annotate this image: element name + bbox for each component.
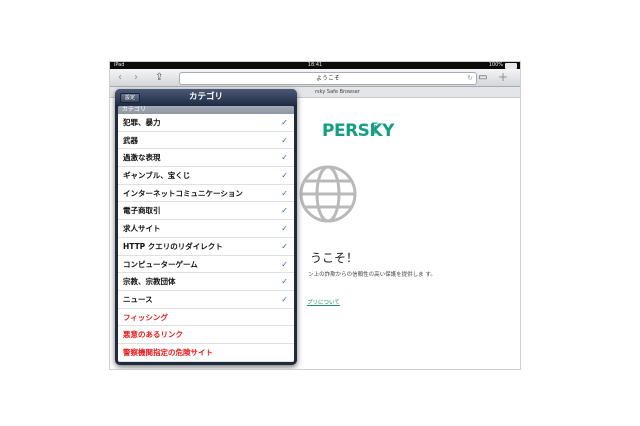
category-label: 宗教、宗教団体 <box>123 277 176 287</box>
category-label: コンピューターゲーム <box>123 259 198 269</box>
category-label: 過激な表現 <box>123 153 161 163</box>
battery-percent: 100% <box>488 62 503 68</box>
category-row[interactable]: 悪意のあるリンク <box>118 326 294 344</box>
category-popover: カテゴリ 設定 カテゴリ 犯罪、暴力 ✓ 武器 ✓ 過激な表現 ✓ ギャンブル、宝くじ ✓ イン… <box>115 89 297 365</box>
category-row[interactable]: 犯罪、暴力 ✓ <box>118 114 294 132</box>
category-label: HTTP クエリのリダイレクト <box>123 241 223 251</box>
category-row[interactable]: 過激な表現 ✓ <box>118 149 294 168</box>
ipad-screen: iPad 18:41 100% ‹ › ⇪ ようこそ ↻ ▭ + rsky Sa… <box>109 61 521 370</box>
checkmark-icon: ✓ <box>281 135 288 145</box>
category-row[interactable]: フィッシング <box>118 309 294 327</box>
category-row[interactable]: コンピューターゲーム ✓ <box>118 256 294 274</box>
battery-indicator: 100% <box>489 62 517 69</box>
category-list: カテゴリ 犯罪、暴力 ✓ 武器 ✓ 過激な表現 ✓ ギャンブル、宝くじ ✓ インターネットコミュ… <box>118 106 294 362</box>
category-label: 警察機関指定の危険サイト <box>123 347 213 357</box>
category-row[interactable]: 求人サイト ✓ <box>118 220 294 238</box>
category-label: 求人サイト <box>123 224 161 234</box>
popover-title: カテゴリ <box>188 92 223 102</box>
popover-header: カテゴリ 設定 <box>115 89 297 106</box>
category-row[interactable]: 宗教、宗教団体 ✓ <box>118 273 294 291</box>
category-row[interactable]: ギャンブル、宝くじ ✓ <box>118 167 294 185</box>
bookmarks-icon[interactable]: ▭ <box>478 71 487 84</box>
category-label: インターネットコミュニケーション <box>123 188 243 198</box>
new-tab-icon[interactable]: + <box>498 71 508 84</box>
section-header: カテゴリ <box>118 106 294 114</box>
tab-title[interactable]: rsky Safe Browser <box>315 87 360 97</box>
checkmark-icon: ✓ <box>281 188 288 198</box>
category-row[interactable]: HTTP クエリのリダイレクト ✓ <box>118 238 294 256</box>
category-row[interactable]: 武器 ✓ <box>118 132 294 150</box>
page-title-in-address: ようこそ <box>315 75 340 82</box>
status-time: 18:41 <box>307 62 323 68</box>
checkmark-icon: ✓ <box>281 171 288 181</box>
category-label: ニュース <box>123 294 153 304</box>
forward-arrow-icon[interactable]: › <box>134 71 138 84</box>
checkmark-icon: ✓ <box>281 277 288 287</box>
category-row[interactable]: 電子商取引 ✓ <box>118 202 294 221</box>
address-bar[interactable]: ようこそ ↻ <box>179 72 477 85</box>
browser-toolbar: ‹ › ⇪ ようこそ ↻ ▭ + <box>110 69 520 87</box>
share-icon[interactable]: ⇪ <box>155 71 163 84</box>
category-label: 電子商取引 <box>123 206 161 216</box>
category-label: フィッシング <box>123 312 168 322</box>
category-label: 武器 <box>123 135 138 145</box>
globe-icon <box>299 165 357 223</box>
checkmark-icon: ✓ <box>281 259 288 269</box>
category-row[interactable]: ニュース ✓ <box>118 291 294 309</box>
kaspersky-logo: PERSKY <box>322 121 394 141</box>
category-label: 悪意のあるリンク <box>123 330 183 340</box>
category-label: 犯罪、暴力 <box>123 118 161 127</box>
battery-icon <box>505 62 517 69</box>
checkmark-icon: ✓ <box>281 153 288 163</box>
settings-back-button[interactable]: 設定 <box>120 93 141 103</box>
checkmark-icon: ✓ <box>281 206 288 216</box>
logo-lab-mark: lab <box>370 122 378 135</box>
back-arrow-icon[interactable]: ‹ <box>118 71 122 84</box>
category-label: ギャンブル、宝くじ <box>123 171 191 181</box>
about-app-link[interactable]: プリについて <box>307 298 340 306</box>
welcome-heading: うこそ！ <box>310 251 359 265</box>
category-row[interactable]: 警察機関指定の危険サイト <box>118 344 294 362</box>
status-bar: iPad 18:41 100% <box>110 62 520 69</box>
checkmark-icon: ✓ <box>281 118 288 127</box>
checkmark-icon: ✓ <box>281 294 288 304</box>
refresh-icon[interactable]: ↻ <box>467 73 473 84</box>
welcome-description: ン上の詐欺からの信頼性の高い保護を提供しま す。 <box>308 272 436 278</box>
checkmark-icon: ✓ <box>281 224 288 234</box>
category-row[interactable]: インターネットコミュニケーション ✓ <box>118 185 294 203</box>
checkmark-icon: ✓ <box>281 241 288 251</box>
